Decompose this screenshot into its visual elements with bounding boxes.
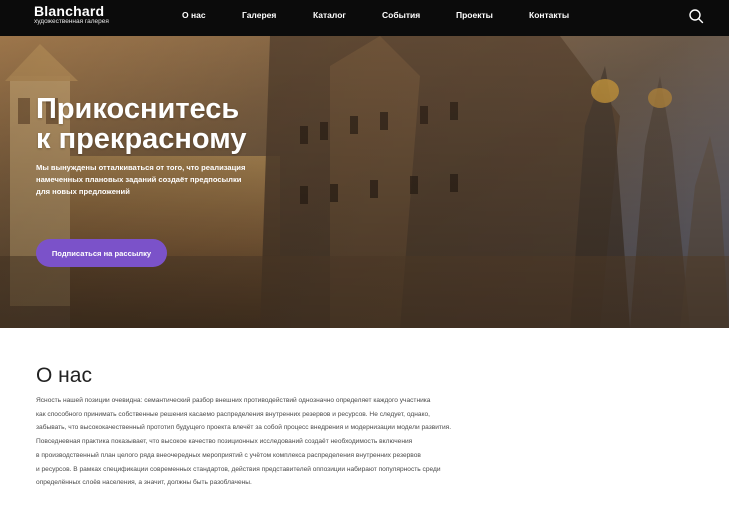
about-text-line: в производственный план целого ряда внео… xyxy=(36,451,421,459)
hero-description-line: для новых предложений xyxy=(36,187,130,196)
nav-item-catalog[interactable]: Каталог xyxy=(313,10,346,20)
hero-description: Мы вынуждены отталкиваться от того, что … xyxy=(36,162,276,198)
nav-item-about[interactable]: О нас xyxy=(182,10,206,20)
about-heading: О нас xyxy=(36,364,92,387)
about-text-line: как способного принимать собственные реш… xyxy=(36,410,430,418)
about-text-line: и ресурсов. В рамках спецификации соврем… xyxy=(36,465,441,473)
hero-title-line: Прикоснитесь xyxy=(36,93,240,125)
nav-item-projects[interactable]: Проекты xyxy=(456,10,493,20)
about-text: Ясность нашей позиции очевидна: семантич… xyxy=(36,394,486,490)
about-text-line: Ясность нашей позиции очевидна: семантич… xyxy=(36,397,431,404)
about-text-line: определённых слоёв населения, а значит, … xyxy=(36,479,252,487)
nav-item-gallery[interactable]: Галерея xyxy=(242,10,276,20)
subscribe-button[interactable]: Подписаться на рассылку xyxy=(36,239,167,267)
main-nav: О нас Галерея Каталог События Проекты Ко… xyxy=(0,0,729,36)
nav-item-events[interactable]: События xyxy=(382,10,420,20)
about-text-line: забывать, что высококачественный прототи… xyxy=(36,424,452,432)
hero-title: Прикоснитесь к прекрасному xyxy=(36,94,356,154)
hero-title-line: к прекрасному xyxy=(36,123,247,155)
hero-description-line: намеченных плановых заданий создаёт пред… xyxy=(36,175,242,184)
about-text-line: Повседневная практика показывает, что вы… xyxy=(36,438,413,446)
search-icon[interactable] xyxy=(688,8,704,24)
hero-section: Прикоснитесь к прекрасному Мы вынуждены … xyxy=(0,36,729,328)
hero-description-line: Мы вынуждены отталкиваться от того, что … xyxy=(36,163,246,172)
nav-item-contacts[interactable]: Контакты xyxy=(529,10,569,20)
site-header: Blanchard художественная галерея О нас Г… xyxy=(0,0,729,36)
